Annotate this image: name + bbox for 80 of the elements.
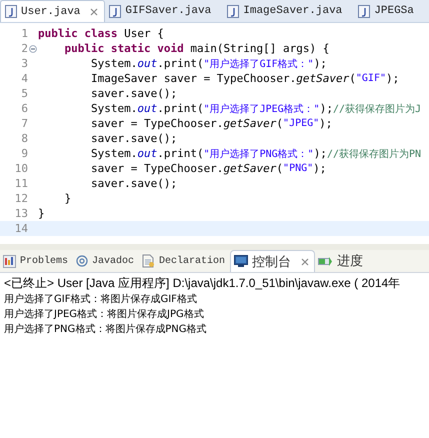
console-output-line: 用户选择了JPEG格式：将图片保存成JPG格式 <box>4 308 205 322</box>
at-sign-icon <box>76 255 88 267</box>
java-file-icon <box>358 4 370 18</box>
view-tab[interactable]: Javadoc <box>73 250 140 272</box>
code-text: saver = TypeChooser. <box>90 162 224 175</box>
line-number: 4 <box>21 72 28 85</box>
view-tab[interactable]: Declaration <box>139 250 230 272</box>
editor-tab[interactable]: User.java <box>0 0 106 22</box>
monitor-icon <box>234 255 248 268</box>
code-text: } <box>38 207 45 220</box>
line-number: 2 <box>21 42 28 55</box>
code-text: saver.save(); <box>90 177 178 190</box>
line-number: 12 <box>14 192 28 205</box>
string-literal: "PNG" <box>283 163 314 174</box>
string-literal: "用户选择了JPEG格式：" <box>204 102 320 116</box>
code-text: ( <box>349 72 356 85</box>
view-tab[interactable]: Problems <box>0 250 74 272</box>
code-text: ); <box>314 147 327 160</box>
editor-tab[interactable]: GIFSaver.java <box>105 0 224 22</box>
java-file-icon <box>5 5 17 18</box>
problems-icon <box>3 254 16 268</box>
code-text: saver.save(); <box>90 87 178 100</box>
code-text: .print( <box>157 102 204 115</box>
field-text: out <box>137 102 158 115</box>
code-text: ( <box>276 117 284 130</box>
console-output-line: 用户选择了PNG格式：将图片保存成PNG格式 <box>4 322 208 337</box>
collapse-icon[interactable] <box>29 44 37 52</box>
line-number: 9 <box>21 147 28 160</box>
field-text: out <box>137 147 158 160</box>
code-text: System. <box>90 102 138 115</box>
method-text: getSaver <box>296 72 350 85</box>
method-text: getSaver <box>223 117 276 130</box>
code-text: System. <box>90 147 138 160</box>
code-text: ); <box>313 162 326 175</box>
close-icon[interactable] <box>90 8 98 16</box>
editor-tab[interactable]: JPEGSa <box>354 0 426 22</box>
line-number: 5 <box>21 87 28 100</box>
code-comment: //获得保存图片为PN <box>326 148 422 160</box>
editor-tab[interactable]: ImageSaver.java <box>223 0 354 22</box>
line-number: 3 <box>21 57 28 70</box>
view-tab[interactable]: 进度 <box>315 250 368 272</box>
code-text: .print( <box>157 147 204 160</box>
code-text: User { <box>123 27 164 40</box>
console-output-line: 用户选择了GIF格式：将图片保存成GIF格式 <box>4 292 198 307</box>
code-text: ); <box>319 117 332 130</box>
java-file-icon <box>109 4 122 18</box>
line-number: 6 <box>21 102 28 115</box>
document-icon <box>142 254 156 268</box>
console-header: <已终止> User [Java 应用程序] D:\java\jdk1.7.0_51\bin\javaw.exe ( 2014年 <box>4 275 402 292</box>
java-file-icon <box>227 4 240 18</box>
code-text: ImageSaver saver = TypeChooser. <box>90 72 296 85</box>
line-number: 13 <box>14 207 28 220</box>
close-icon[interactable] <box>301 258 310 266</box>
code-text: System. <box>90 57 138 70</box>
code-text: ( <box>276 162 284 175</box>
keyword-text: public class <box>38 27 118 40</box>
method-text: getSaver <box>223 162 276 175</box>
line-number: 10 <box>14 162 28 175</box>
code-text: ); <box>386 72 400 85</box>
string-literal: "GIF" <box>356 73 386 84</box>
code-comment: //获得保存图片为J <box>332 102 422 116</box>
keyword-text: public static void <box>63 42 184 55</box>
code-text: ); <box>314 57 327 70</box>
line-number: 14 <box>14 222 28 235</box>
line-number: 1 <box>21 27 28 40</box>
line-number: 7 <box>21 117 28 130</box>
view-tab[interactable]: 控制台 <box>230 250 316 272</box>
code-text: ); <box>320 102 333 115</box>
code-text: saver = TypeChooser. <box>90 117 224 130</box>
string-literal: "JPEG" <box>283 118 320 129</box>
string-literal: "用户选择了GIF格式：" <box>204 58 314 70</box>
code-text: .print( <box>157 57 204 70</box>
code-text: } <box>63 192 72 205</box>
progress-icon <box>318 256 334 266</box>
line-number: 8 <box>21 132 28 145</box>
line-number: 11 <box>14 177 28 190</box>
code-text: main(String[] args) { <box>189 42 330 55</box>
string-literal: "用户选择了PNG格式：" <box>204 148 314 160</box>
code-text: saver.save(); <box>90 132 178 145</box>
field-text: out <box>137 57 158 70</box>
